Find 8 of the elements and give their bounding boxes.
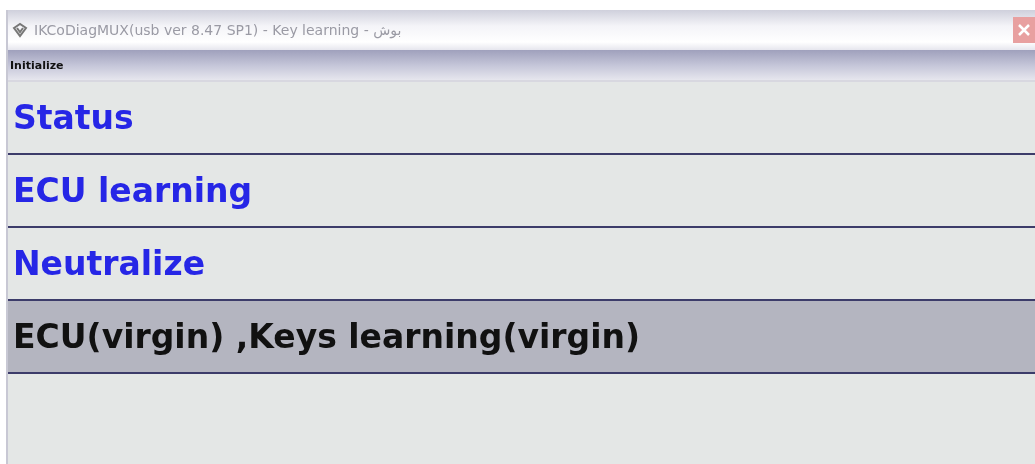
toolbar-label: Initialize [10,58,64,72]
menu-item[interactable]: Status [8,82,1035,155]
close-button[interactable] [1013,17,1035,43]
app-logo-icon [12,22,28,38]
window-title: IKCoDiagMUX(usb ver 8.47 SP1) - Key learning - بوش [34,22,403,38]
close-icon [1017,23,1031,37]
menu-item[interactable]: ECU(virgin) ,Keys learning(virgin) [8,301,1035,374]
menu-item[interactable]: ECU learning [8,155,1035,228]
